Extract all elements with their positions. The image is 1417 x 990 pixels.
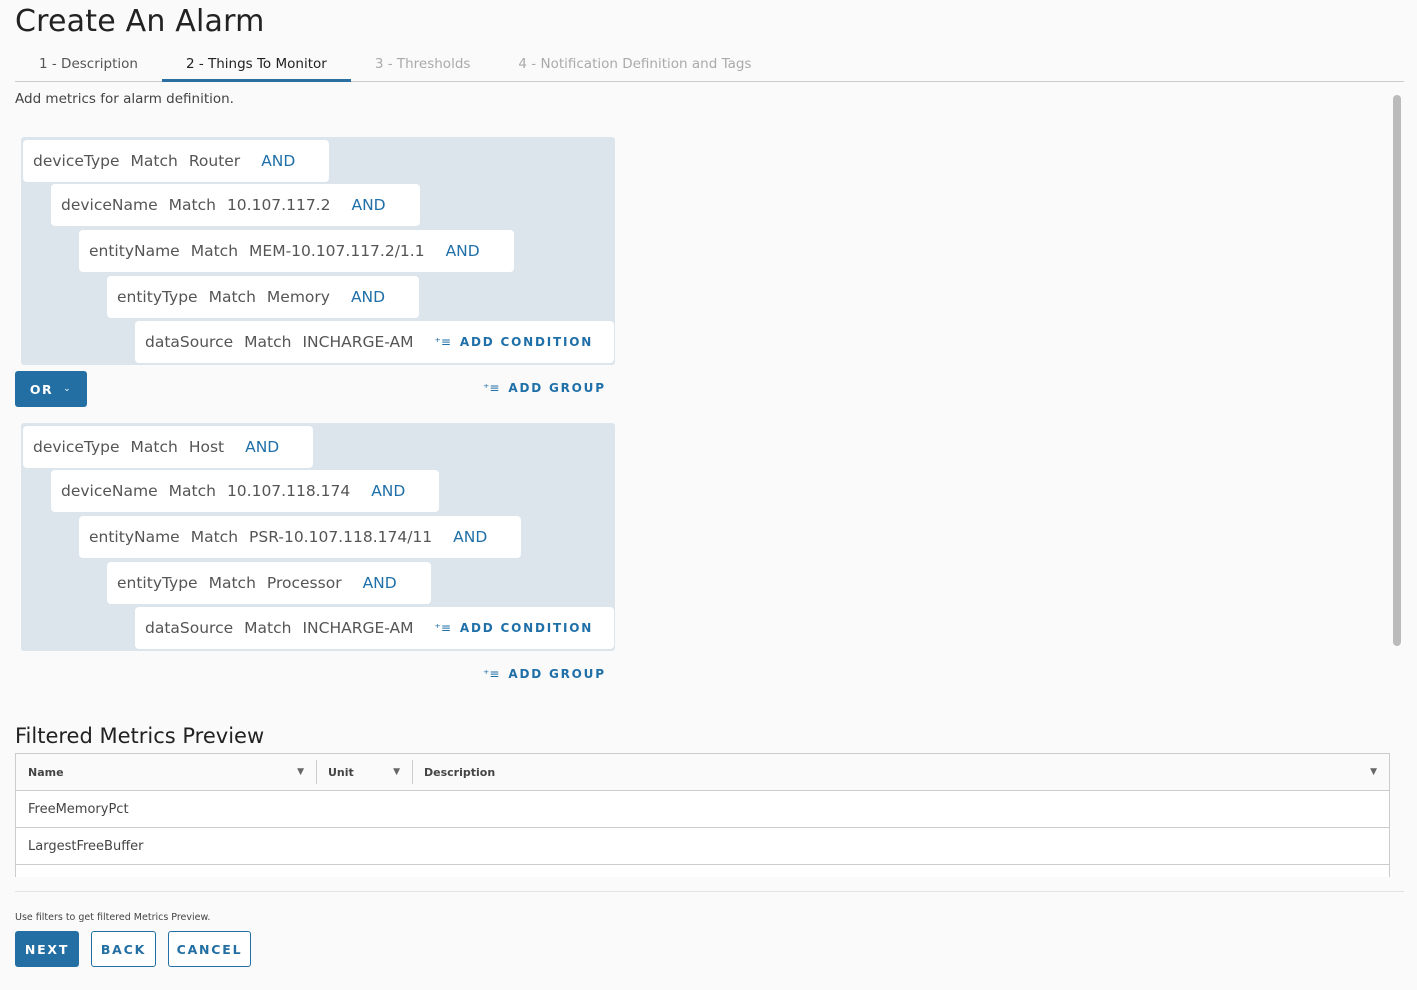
condition-group: deviceType Match Router AND deviceName Match 1… — [21, 137, 615, 365]
condition-operator: Match — [168, 482, 216, 500]
condition-operator: Match — [168, 196, 216, 214]
and-button[interactable]: AND — [351, 288, 385, 306]
column-description[interactable]: Description ▼ — [412, 754, 1389, 790]
table-row[interactable]: LargestFreeBuffer — [16, 828, 1389, 865]
condition-value: PSR-10.107.118.174/11 — [249, 528, 433, 546]
condition-operator: Match — [190, 242, 239, 260]
and-button[interactable]: AND — [351, 196, 385, 214]
and-button[interactable]: AND — [363, 574, 397, 592]
add-group-label: ADD GROUP — [508, 667, 606, 681]
and-button[interactable]: AND — [371, 482, 405, 500]
column-name[interactable]: Name ▼ — [16, 754, 316, 790]
tab-thresholds: 3 - Thresholds — [374, 56, 471, 72]
table-row[interactable]: FreeMemoryPct — [16, 791, 1389, 828]
and-button[interactable]: AND — [446, 242, 480, 260]
filter-icon[interactable]: ▼ — [1370, 767, 1377, 777]
condition-value: 10.107.117.2 — [226, 196, 331, 214]
add-group-button[interactable]: ⁺≡ ADD GROUP — [483, 381, 606, 395]
condition-row[interactable]: dataSource Match INCHARGE-AM ⁺≡ ADD CONDITIO… — [135, 321, 614, 363]
page-title: Create An Alarm — [15, 4, 265, 39]
condition-operator: Match — [130, 438, 178, 456]
wizard-steps: 1 - Description 2 - Things To Monitor 3 … — [15, 52, 1404, 82]
step-description: Add metrics for alarm definition. — [15, 91, 234, 107]
scrollbar[interactable] — [1393, 95, 1401, 646]
condition-row[interactable]: entityName Match PSR-10.107.118.174/11 AND — [79, 516, 522, 558]
condition-field: dataSource — [145, 333, 234, 351]
condition-operator: Match — [208, 288, 256, 306]
filter-icon[interactable]: ▼ — [297, 767, 304, 777]
condition-field: deviceType — [33, 438, 120, 456]
condition-operator: Match — [130, 152, 178, 170]
condition-field: entityType — [117, 288, 198, 306]
divider — [15, 891, 1404, 892]
add-group-button[interactable]: ⁺≡ ADD GROUP — [483, 667, 606, 681]
condition-row[interactable]: entityType Match Processor AND — [107, 562, 431, 604]
cancel-button[interactable]: CANCEL — [168, 931, 251, 967]
preview-title: Filtered Metrics Preview — [15, 724, 265, 748]
condition-field: dataSource — [145, 619, 234, 637]
condition-row[interactable]: entityName Match MEM-10.107.117.2/1.1 AND — [79, 230, 514, 272]
add-condition-button[interactable]: ⁺≡ ADD CONDITION — [435, 621, 605, 635]
operator-label: OR — [29, 381, 54, 397]
condition-field: entityType — [117, 574, 198, 592]
add-condition-label: ADD CONDITION — [459, 335, 594, 349]
and-button[interactable]: AND — [245, 438, 279, 456]
next-button[interactable]: NEXT — [15, 931, 79, 967]
condition-value: MEM-10.107.117.2/1.1 — [249, 242, 425, 260]
add-list-icon: ⁺≡ — [434, 621, 451, 635]
column-unit[interactable]: Unit ▼ — [316, 754, 412, 790]
add-list-icon: ⁺≡ — [483, 381, 500, 395]
condition-row[interactable]: deviceName Match 10.107.118.174 AND — [51, 470, 440, 512]
condition-value: Processor — [266, 574, 342, 592]
add-condition-button[interactable]: ⁺≡ ADD CONDITION — [435, 335, 605, 349]
preview-hint: Use filters to get filtered Metrics Prev… — [15, 912, 211, 923]
back-button[interactable]: BACK — [91, 931, 156, 967]
condition-row[interactable]: deviceName Match 10.107.117.2 AND — [51, 184, 420, 226]
condition-group: deviceType Match Host AND deviceName Match 10.… — [21, 423, 615, 651]
condition-value: Router — [188, 152, 241, 170]
condition-operator: Match — [244, 333, 292, 351]
metrics-preview-table: Name ▼ Unit ▼ Description ▼ FreeMemoryPct L… — [15, 753, 1390, 877]
condition-operator: Match — [208, 574, 256, 592]
and-button[interactable]: AND — [261, 152, 295, 170]
condition-field: deviceName — [61, 196, 158, 214]
tab-notification: 4 - Notification Definition and Tags — [518, 56, 752, 72]
condition-row[interactable]: dataSource Match INCHARGE-AM ⁺≡ ADD CONDITIO… — [135, 607, 614, 649]
and-button[interactable]: AND — [453, 528, 487, 546]
condition-value: Host — [188, 438, 225, 456]
tab-description[interactable]: 1 - Description — [15, 52, 162, 82]
add-list-icon: ⁺≡ — [434, 335, 451, 349]
column-label: Name — [28, 766, 64, 779]
table-header: Name ▼ Unit ▼ Description ▼ — [16, 754, 1389, 791]
condition-field: entityName — [89, 528, 180, 546]
group-operator-dropdown[interactable]: OR ⌄ — [15, 371, 87, 407]
column-label: Unit — [328, 766, 354, 779]
condition-value: 10.107.118.174 — [226, 482, 351, 500]
condition-value: INCHARGE-AM — [302, 333, 414, 351]
condition-operator: Match — [244, 619, 292, 637]
filter-icon[interactable]: ▼ — [393, 767, 400, 777]
condition-row[interactable]: entityType Match Memory AND — [107, 276, 420, 318]
condition-value: INCHARGE-AM — [302, 619, 414, 637]
condition-row[interactable]: deviceType Match Router AND — [23, 140, 330, 182]
condition-value: Memory — [266, 288, 330, 306]
add-condition-label: ADD CONDITION — [459, 621, 594, 635]
add-group-label: ADD GROUP — [508, 381, 606, 395]
condition-row[interactable]: deviceType Match Host AND — [23, 426, 314, 468]
condition-operator: Match — [190, 528, 239, 546]
chevron-down-icon: ⌄ — [63, 384, 73, 394]
add-list-icon: ⁺≡ — [483, 667, 500, 681]
condition-field: entityName — [89, 242, 180, 260]
condition-field: deviceType — [33, 152, 120, 170]
condition-field: deviceName — [61, 482, 158, 500]
column-label: Description — [424, 766, 496, 779]
tab-things-to-monitor[interactable]: 2 - Things To Monitor — [161, 52, 351, 82]
